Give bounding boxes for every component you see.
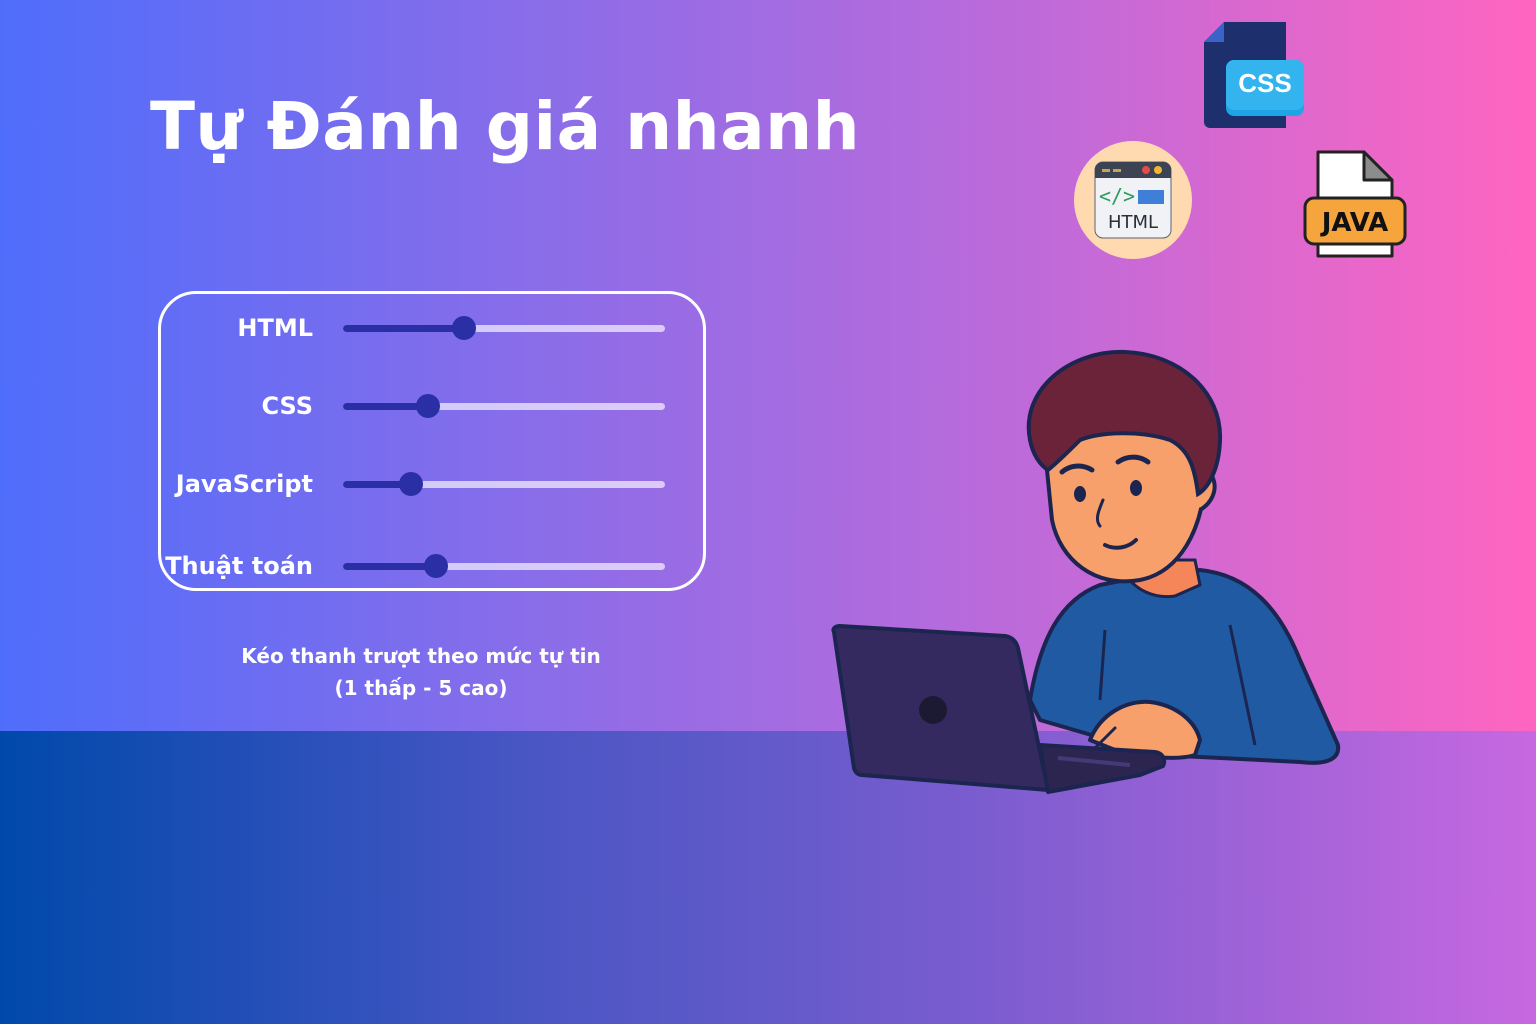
instruction-text: Kéo thanh trượt theo mức tự tin (1 thấp … (200, 640, 642, 704)
slider-html-fill (343, 325, 464, 332)
instruction-line-1: Kéo thanh trượt theo mức tự tin (241, 644, 601, 668)
slider-css-thumb[interactable] (415, 394, 440, 418)
slider-javascript-thumb[interactable] (399, 472, 424, 496)
css-file-icon: CSS (1204, 22, 1304, 128)
slider-html-thumb[interactable] (451, 316, 476, 340)
slider-panel: HTML CSS JavaScript Thuật toán (158, 291, 706, 591)
slider-algorithm-thumb[interactable] (423, 554, 448, 578)
java-file-icon: JAVA (1303, 150, 1407, 258)
laptop-base (1038, 743, 1167, 794)
person-laptop-illustration (831, 349, 1341, 794)
slider-label-algorithm: Thuật toán (165, 552, 313, 580)
css-icon-text: CSS (1238, 68, 1291, 98)
slider-label-html: HTML (237, 314, 313, 342)
html-icon-text: HTML (1108, 212, 1158, 233)
page-title: Tự Đánh giá nhanh (150, 88, 861, 165)
slider-css-fill (343, 403, 428, 410)
instruction-line-2: (1 thấp - 5 cao) (334, 676, 508, 700)
slider-algorithm[interactable] (343, 554, 665, 578)
html-code-glyph: </> (1099, 184, 1135, 208)
java-icon-text: JAVA (1320, 208, 1389, 238)
slider-javascript[interactable] (343, 472, 665, 496)
slider-html[interactable] (343, 316, 665, 340)
slider-label-javascript: JavaScript (175, 470, 313, 498)
slider-css[interactable] (343, 394, 665, 418)
laptop-logo (919, 696, 947, 724)
slider-algorithm-fill (343, 563, 436, 570)
slider-label-css: CSS (261, 392, 313, 420)
html-browser-icon: </> HTML (1074, 141, 1192, 259)
